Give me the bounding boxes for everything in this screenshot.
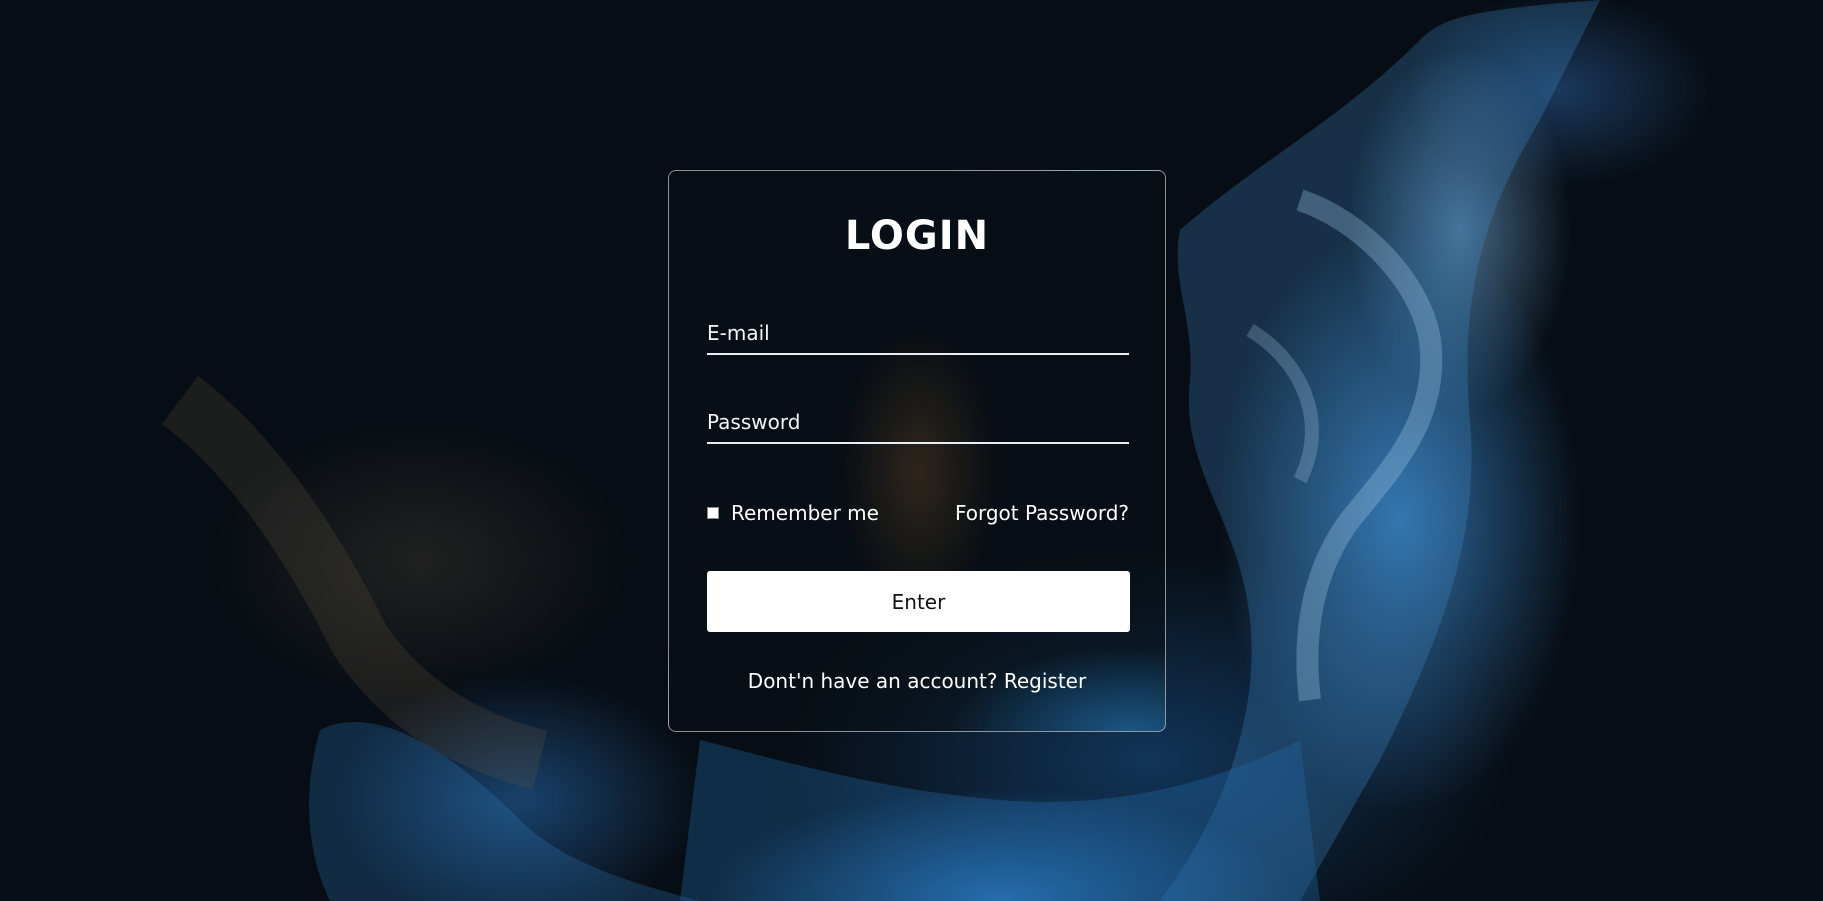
- enter-button[interactable]: Enter: [707, 571, 1130, 632]
- login-title: LOGIN: [844, 213, 990, 259]
- forgot-password-link[interactable]: Forgot Password?: [955, 501, 1129, 525]
- no-account-text: Dont'n have an account?: [747, 669, 998, 693]
- password-input[interactable]: [707, 402, 1129, 442]
- options-row: Remember me Forgot Password?: [707, 499, 1129, 527]
- register-prompt: Dont'n have an account? Register: [669, 669, 1165, 693]
- login-card: LOGIN Remember me Forgot Password? Enter…: [668, 170, 1166, 732]
- register-link[interactable]: Register: [1004, 669, 1086, 693]
- email-input[interactable]: [707, 313, 1129, 353]
- remember-me-checkbox[interactable]: [707, 507, 719, 519]
- remember-me-control[interactable]: Remember me: [707, 501, 879, 525]
- remember-me-label: Remember me: [731, 501, 879, 525]
- password-field-wrapper: [707, 402, 1129, 444]
- email-field-wrapper: [707, 313, 1129, 355]
